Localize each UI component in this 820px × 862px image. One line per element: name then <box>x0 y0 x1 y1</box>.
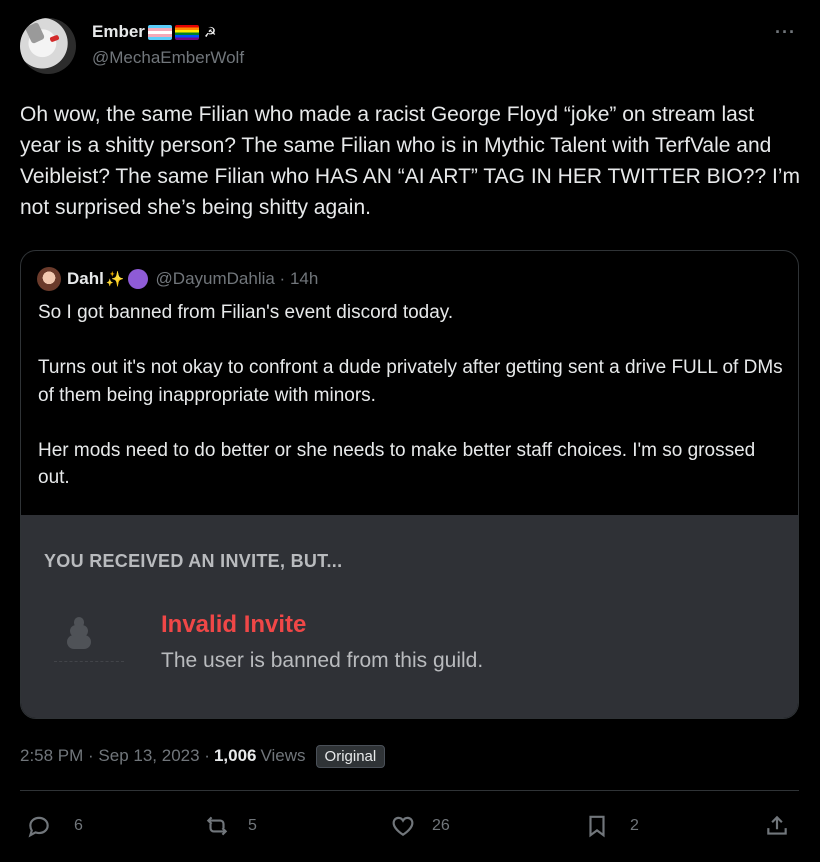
author-avatar[interactable] <box>20 18 76 74</box>
pride-flag-icon <box>174 24 199 40</box>
views-label: Views <box>260 746 306 765</box>
devil-face-icon <box>127 269 148 289</box>
like-button[interactable]: 26 <box>390 806 450 846</box>
repost-button[interactable]: 5 <box>204 806 257 846</box>
invite-screenshot[interactable]: YOU RECEIVED AN INVITE, BUT... Invalid I… <box>21 515 798 718</box>
timestamp[interactable]: 2:58 PM · Sep 13, 2023 · <box>20 746 210 766</box>
reply-icon <box>28 816 49 838</box>
share-button[interactable] <box>764 806 790 846</box>
quote-header: Dahl ✨ @DayumDahlia · 14h <box>37 265 318 293</box>
quote-display-name: Dahl <box>67 269 104 288</box>
divider <box>20 790 799 791</box>
quoted-tweet[interactable]: Dahl ✨ @DayumDahlia · 14h So I got banne… <box>20 250 799 719</box>
more-icon[interactable]: ··· <box>775 22 796 43</box>
repost-count: 5 <box>248 817 257 834</box>
views-count: 1,006 <box>213 746 257 765</box>
repost-icon <box>206 816 228 836</box>
share-icon <box>767 815 787 835</box>
tweet-header: Ember ☭ @MechaEmberWolf ··· <box>20 18 800 78</box>
action-bar: 6 5 26 2 <box>20 806 800 846</box>
tweet-meta: 2:58 PM · Sep 13, 2023 · 1,006 Views Ori… <box>20 744 386 768</box>
invalid-invite-title: Invalid Invite <box>161 611 307 638</box>
bookmark-count: 2 <box>630 817 639 834</box>
bookmark-icon <box>589 815 605 838</box>
tweet-text: Oh wow, the same Filian who made a racis… <box>20 103 806 219</box>
quote-handle-time: @DayumDahlia · 14h <box>155 269 319 288</box>
bookmark-button[interactable]: 2 <box>584 806 639 846</box>
quote-avatar <box>37 267 61 291</box>
reply-count: 6 <box>74 817 83 834</box>
reply-button[interactable]: 6 <box>26 806 83 846</box>
poop-icon <box>61 615 95 653</box>
invite-header: YOU RECEIVED AN INVITE, BUT... <box>44 551 343 571</box>
author-handle[interactable]: @MechaEmberWolf <box>92 48 244 68</box>
author-names: Ember ☭ @MechaEmberWolf <box>92 22 244 68</box>
original-badge[interactable]: Original <box>315 744 386 768</box>
trans-flag-icon <box>147 24 172 40</box>
invalid-invite-subtitle: The user is banned from this guild. <box>161 649 484 672</box>
like-icon <box>392 816 414 836</box>
hammer-sickle-icon: ☭ <box>203 23 217 40</box>
sparkles-icon: ✨ <box>105 271 125 288</box>
quote-text: So I got banned from Filian's event disc… <box>38 302 783 488</box>
author-display-name[interactable]: Ember ☭ <box>92 22 244 42</box>
like-count: 26 <box>432 817 450 834</box>
